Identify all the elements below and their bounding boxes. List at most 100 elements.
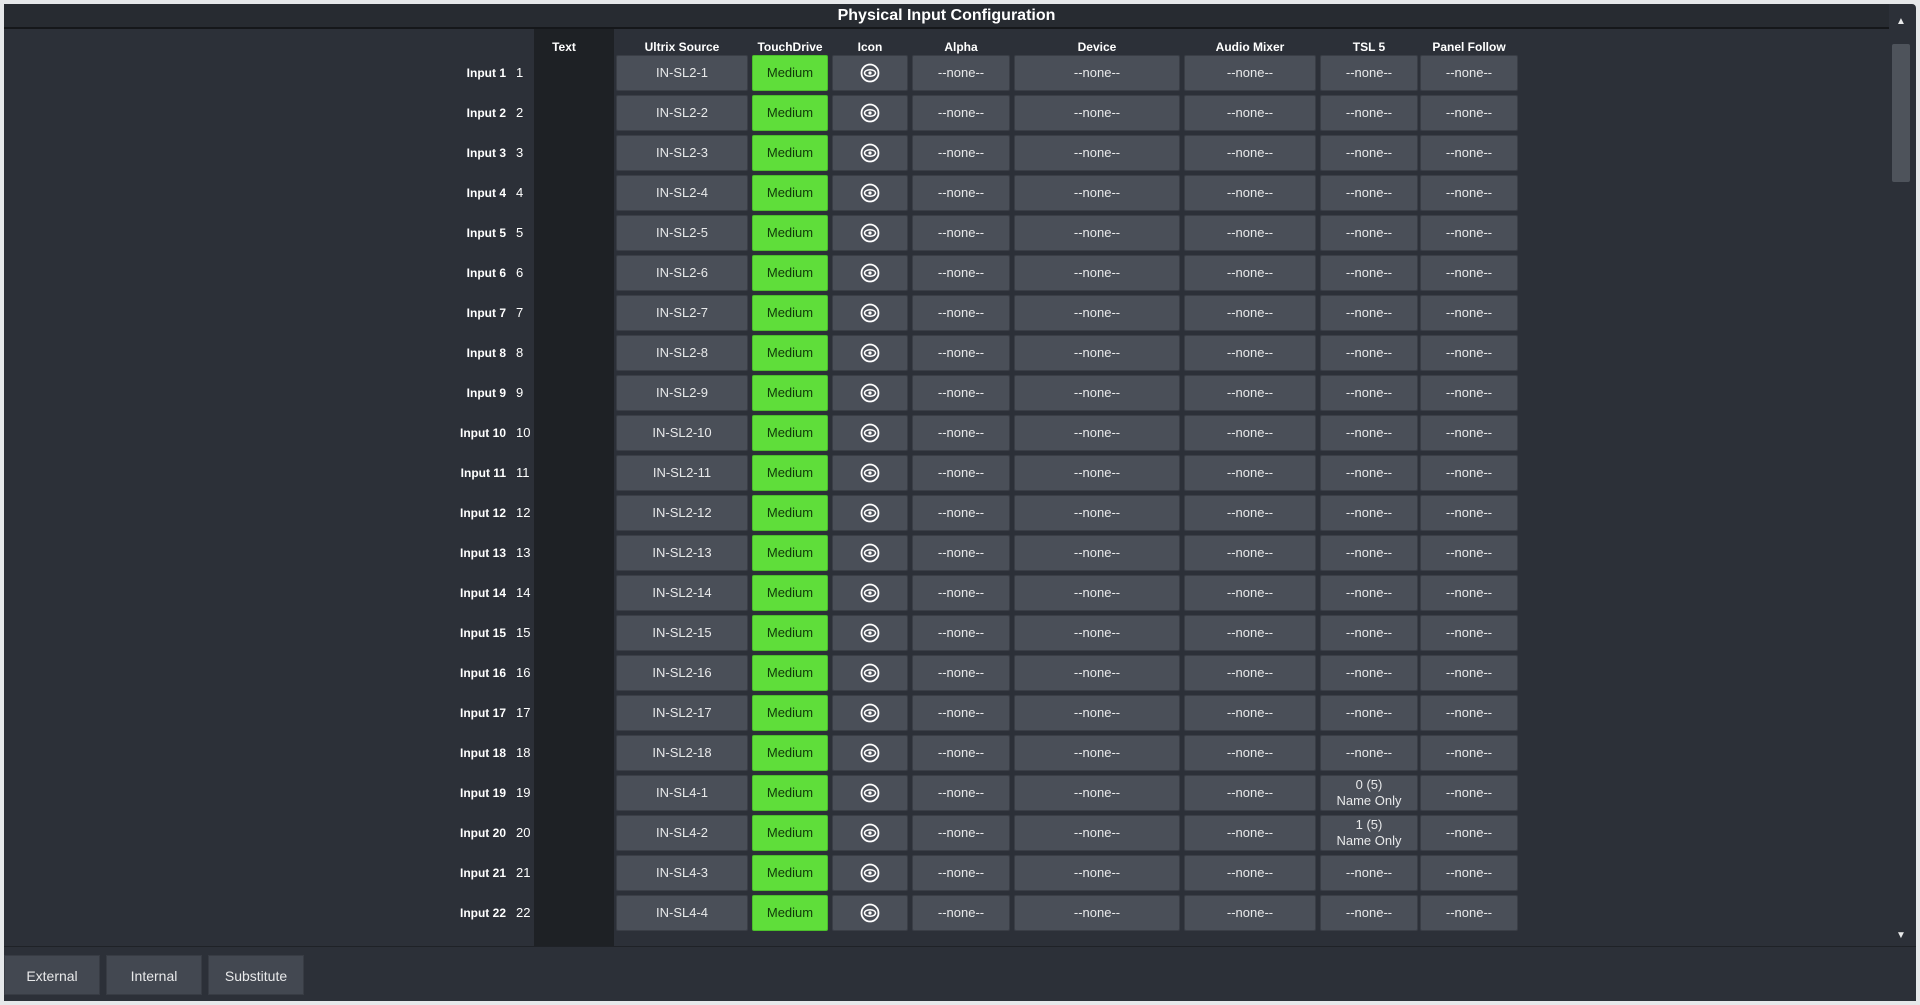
panel-follow-button[interactable]: --none--	[1420, 135, 1518, 171]
audio-mixer-button[interactable]: --none--	[1184, 575, 1316, 611]
alpha-button[interactable]: --none--	[912, 775, 1010, 811]
device-button[interactable]: --none--	[1014, 615, 1180, 651]
device-button[interactable]: --none--	[1014, 655, 1180, 691]
ultrix-source-button[interactable]: IN-SL2-16	[616, 655, 748, 691]
touchdrive-button[interactable]: Medium	[752, 495, 828, 531]
device-button[interactable]: --none--	[1014, 55, 1180, 91]
audio-mixer-button[interactable]: --none--	[1184, 55, 1316, 91]
audio-mixer-button[interactable]: --none--	[1184, 655, 1316, 691]
icon-button[interactable]	[832, 415, 908, 451]
row-text-value[interactable]: 1	[516, 53, 556, 93]
audio-mixer-button[interactable]: --none--	[1184, 415, 1316, 451]
touchdrive-button[interactable]: Medium	[752, 575, 828, 611]
row-text-value[interactable]: 21	[516, 853, 556, 893]
audio-mixer-button[interactable]: --none--	[1184, 255, 1316, 291]
touchdrive-button[interactable]: Medium	[752, 55, 828, 91]
alpha-button[interactable]: --none--	[912, 455, 1010, 491]
audio-mixer-button[interactable]: --none--	[1184, 855, 1316, 891]
tsl5-button[interactable]: --none--	[1320, 895, 1418, 931]
tsl5-button[interactable]: --none--	[1320, 535, 1418, 571]
touchdrive-button[interactable]: Medium	[752, 175, 828, 211]
audio-mixer-button[interactable]: --none--	[1184, 135, 1316, 171]
device-button[interactable]: --none--	[1014, 775, 1180, 811]
row-text-value[interactable]: 10	[516, 413, 556, 453]
alpha-button[interactable]: --none--	[912, 375, 1010, 411]
panel-follow-button[interactable]: --none--	[1420, 535, 1518, 571]
device-button[interactable]: --none--	[1014, 335, 1180, 371]
device-button[interactable]: --none--	[1014, 215, 1180, 251]
alpha-button[interactable]: --none--	[912, 895, 1010, 931]
alpha-button[interactable]: --none--	[912, 55, 1010, 91]
ultrix-source-button[interactable]: IN-SL2-6	[616, 255, 748, 291]
device-button[interactable]: --none--	[1014, 295, 1180, 331]
touchdrive-button[interactable]: Medium	[752, 215, 828, 251]
row-text-value[interactable]: 7	[516, 293, 556, 333]
tab-internal[interactable]: Internal	[106, 955, 202, 995]
ultrix-source-button[interactable]: IN-SL2-4	[616, 175, 748, 211]
touchdrive-button[interactable]: Medium	[752, 735, 828, 771]
audio-mixer-button[interactable]: --none--	[1184, 335, 1316, 371]
panel-follow-button[interactable]: --none--	[1420, 575, 1518, 611]
audio-mixer-button[interactable]: --none--	[1184, 495, 1316, 531]
panel-follow-button[interactable]: --none--	[1420, 455, 1518, 491]
row-text-value[interactable]: 19	[516, 773, 556, 813]
device-button[interactable]: --none--	[1014, 375, 1180, 411]
touchdrive-button[interactable]: Medium	[752, 655, 828, 691]
icon-button[interactable]	[832, 855, 908, 891]
touchdrive-button[interactable]: Medium	[752, 295, 828, 331]
tsl5-button[interactable]: --none--	[1320, 855, 1418, 891]
ultrix-source-button[interactable]: IN-SL2-13	[616, 535, 748, 571]
icon-button[interactable]	[832, 95, 908, 131]
audio-mixer-button[interactable]: --none--	[1184, 95, 1316, 131]
row-text-value[interactable]: 22	[516, 893, 556, 933]
icon-button[interactable]	[832, 615, 908, 651]
touchdrive-button[interactable]: Medium	[752, 255, 828, 291]
ultrix-source-button[interactable]: IN-SL4-3	[616, 855, 748, 891]
row-text-value[interactable]: 3	[516, 133, 556, 173]
tsl5-button[interactable]: --none--	[1320, 655, 1418, 691]
tsl5-button[interactable]: --none--	[1320, 695, 1418, 731]
device-button[interactable]: --none--	[1014, 415, 1180, 451]
alpha-button[interactable]: --none--	[912, 175, 1010, 211]
tsl5-button[interactable]: --none--	[1320, 455, 1418, 491]
panel-follow-button[interactable]: --none--	[1420, 95, 1518, 131]
icon-button[interactable]	[832, 335, 908, 371]
touchdrive-button[interactable]: Medium	[752, 855, 828, 891]
icon-button[interactable]	[832, 535, 908, 571]
icon-button[interactable]	[832, 455, 908, 491]
tab-external[interactable]: External	[4, 955, 100, 995]
row-text-value[interactable]: 13	[516, 533, 556, 573]
icon-button[interactable]	[832, 295, 908, 331]
touchdrive-button[interactable]: Medium	[752, 815, 828, 851]
row-text-value[interactable]: 4	[516, 173, 556, 213]
device-button[interactable]: --none--	[1014, 855, 1180, 891]
panel-follow-button[interactable]: --none--	[1420, 615, 1518, 651]
tsl5-button[interactable]: --none--	[1320, 415, 1418, 451]
row-text-value[interactable]: 5	[516, 213, 556, 253]
ultrix-source-button[interactable]: IN-SL2-8	[616, 335, 748, 371]
touchdrive-button[interactable]: Medium	[752, 335, 828, 371]
ultrix-source-button[interactable]: IN-SL2-2	[616, 95, 748, 131]
ultrix-source-button[interactable]: IN-SL2-14	[616, 575, 748, 611]
tsl5-button[interactable]: --none--	[1320, 135, 1418, 171]
row-text-value[interactable]: 11	[516, 453, 556, 493]
icon-button[interactable]	[832, 735, 908, 771]
audio-mixer-button[interactable]: --none--	[1184, 535, 1316, 571]
row-text-value[interactable]: 18	[516, 733, 556, 773]
panel-follow-button[interactable]: --none--	[1420, 495, 1518, 531]
touchdrive-button[interactable]: Medium	[752, 775, 828, 811]
audio-mixer-button[interactable]: --none--	[1184, 775, 1316, 811]
ultrix-source-button[interactable]: IN-SL2-10	[616, 415, 748, 451]
arrow-up-icon[interactable]: ▲	[1889, 14, 1913, 30]
icon-button[interactable]	[832, 895, 908, 931]
tsl5-button[interactable]: --none--	[1320, 215, 1418, 251]
touchdrive-button[interactable]: Medium	[752, 415, 828, 451]
icon-button[interactable]	[832, 695, 908, 731]
ultrix-source-button[interactable]: IN-SL2-9	[616, 375, 748, 411]
panel-follow-button[interactable]: --none--	[1420, 415, 1518, 451]
icon-button[interactable]	[832, 55, 908, 91]
icon-button[interactable]	[832, 815, 908, 851]
panel-follow-button[interactable]: --none--	[1420, 175, 1518, 211]
alpha-button[interactable]: --none--	[912, 855, 1010, 891]
ultrix-source-button[interactable]: IN-SL2-7	[616, 295, 748, 331]
